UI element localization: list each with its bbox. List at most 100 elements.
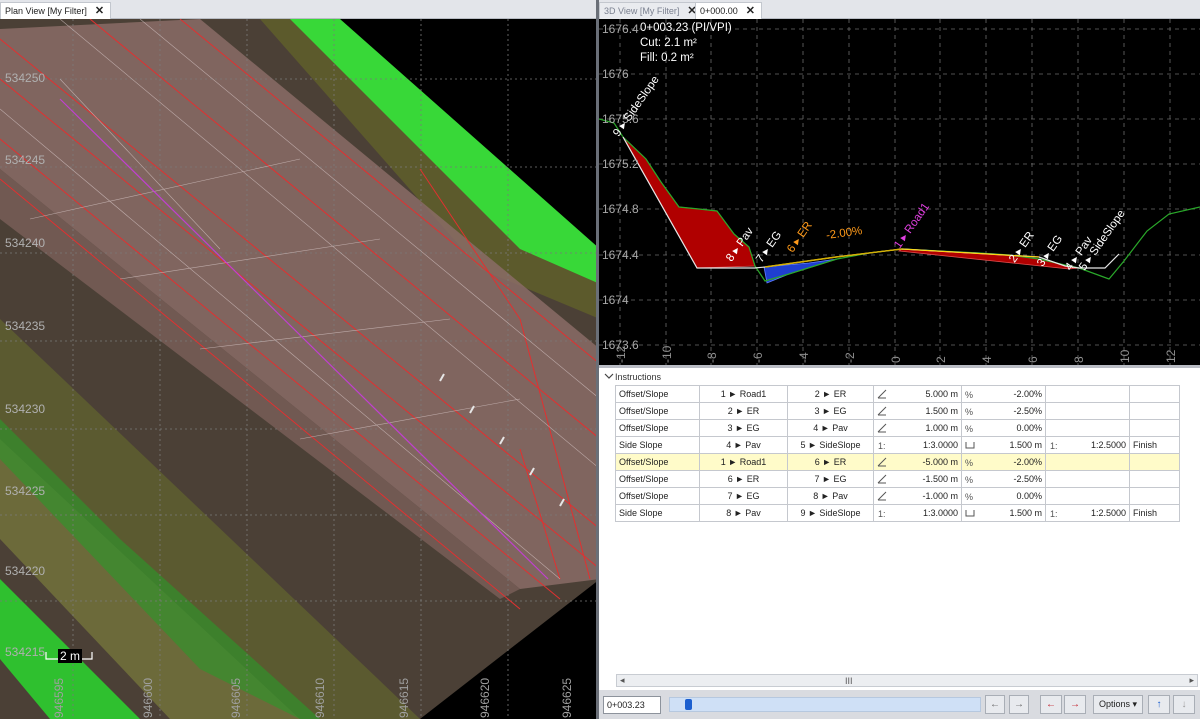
instruction-cell-finish[interactable] — [1129, 487, 1180, 505]
instruction-cell-from[interactable]: 1 ► Road1 — [699, 385, 788, 403]
close-icon[interactable]: ✕ — [746, 5, 755, 17]
instruction-cell-value1[interactable]: -1.000 m — [873, 487, 962, 505]
instruction-cell-to[interactable]: 8 ► Pav — [787, 487, 874, 505]
instruction-cell-value2[interactable]: 1.500 m — [961, 436, 1046, 454]
scrollbar-right-arrow[interactable]: ▸ — [1189, 675, 1194, 686]
previous-station-button[interactable]: ← — [1040, 695, 1062, 714]
instruction-cell-from[interactable]: 2 ► ER — [699, 402, 788, 420]
cell-text: Offset/Slope — [619, 423, 669, 433]
instruction-cell-value2[interactable]: 1.500 m — [961, 504, 1046, 522]
instruction-cell-value1[interactable]: 1: 1:3.0000 — [873, 436, 962, 454]
scrollbar-grip[interactable]: III — [845, 676, 853, 686]
instruction-cell-value3[interactable] — [1045, 419, 1130, 437]
instruction-row[interactable]: Offset/Slope 6 ► ER 7 ► EG -1.500 m% -2.50% — [615, 470, 1180, 488]
instruction-row[interactable]: Offset/Slope 1 ► Road1 2 ► ER 5.000 m% -2.00… — [615, 385, 1180, 403]
instruction-cell-value2[interactable]: % 0.00% — [961, 487, 1046, 505]
collapse-icon[interactable] — [602, 370, 616, 384]
instruction-cell-finish[interactable] — [1129, 385, 1180, 403]
cross-section-view[interactable]: 0+003.23 (PI/VPI) Cut: 2.1 m² Fill: 0.2 … — [599, 19, 1200, 365]
instruction-cell-to[interactable]: 7 ► EG — [787, 470, 874, 488]
instruction-cell-from[interactable]: 6 ► ER — [699, 470, 788, 488]
instruction-cell-from[interactable]: 1 ► Road1 — [699, 453, 788, 471]
tab-3d-view[interactable]: 3D View [My Filter] ✕ — [599, 2, 704, 19]
scrollbar-left-arrow[interactable]: ◂ — [620, 675, 625, 686]
instruction-cell-value2[interactable]: % -2.00% — [961, 453, 1046, 471]
instruction-cell-value3[interactable] — [1045, 487, 1130, 505]
instruction-cell-value3[interactable] — [1045, 385, 1130, 403]
instruction-row[interactable]: Side Slope 4 ► Pav 5 ► SideSlope 1: 1:3.0000… — [615, 436, 1180, 454]
arrow-left-red-icon: ← — [1046, 699, 1056, 710]
station-input[interactable]: 0+003.23 — [603, 696, 661, 714]
instruction-cell-type[interactable]: Offset/Slope — [615, 470, 700, 488]
instruction-cell-from[interactable]: 8 ► Pav — [699, 504, 788, 522]
plan-view-canvas[interactable]: 534250 534245 534240 534235 534230 53422… — [0, 19, 596, 719]
cell-text: Side Slope — [619, 508, 663, 518]
offset-label: -6 — [751, 352, 765, 363]
instruction-cell-value1[interactable]: -5.000 m — [873, 453, 962, 471]
grade-icon: % — [965, 492, 973, 501]
instruction-row[interactable]: Side Slope 8 ► Pav 9 ► SideSlope 1: 1:3.0000… — [615, 504, 1180, 522]
instruction-cell-from[interactable]: 4 ► Pav — [699, 436, 788, 454]
cell-text: 1:3.0000 — [922, 439, 958, 450]
instruction-cell-value3[interactable] — [1045, 470, 1130, 488]
offset-label: -12 — [614, 345, 628, 363]
instruction-cell-to[interactable]: 5 ► SideSlope — [787, 436, 874, 454]
instruction-cell-value3[interactable] — [1045, 402, 1130, 420]
move-up-button[interactable]: ↑ — [1148, 695, 1170, 714]
close-icon[interactable]: ✕ — [95, 5, 104, 17]
instruction-cell-value2[interactable]: % -2.50% — [961, 470, 1046, 488]
instruction-cell-finish[interactable] — [1129, 419, 1180, 437]
next-button[interactable]: → — [1009, 695, 1029, 714]
cut-area: Cut: 2.1 m² — [640, 37, 697, 49]
instruction-cell-value2[interactable]: % -2.50% — [961, 402, 1046, 420]
station-toolbar: 0+003.23 ← → ← → Options ▾ ↑ ↓ — [599, 690, 1200, 719]
instruction-cell-type[interactable]: Offset/Slope — [615, 453, 700, 471]
cell-text: -2.50% — [1013, 473, 1042, 484]
tab-plan-view[interactable]: Plan View [My Filter] ✕ — [0, 2, 112, 19]
station-slider[interactable] — [669, 697, 981, 712]
instruction-cell-value1[interactable]: 1: 1:3.0000 — [873, 504, 962, 522]
instruction-cell-value3[interactable] — [1045, 453, 1130, 471]
instruction-cell-value1[interactable]: -1.500 m — [873, 470, 962, 488]
slope-icon — [877, 423, 887, 433]
instruction-cell-finish[interactable] — [1129, 402, 1180, 420]
instruction-cell-finish[interactable]: Finish — [1129, 504, 1180, 522]
instruction-cell-value1[interactable]: 1.000 m — [873, 419, 962, 437]
instruction-cell-type[interactable]: Offset/Slope — [615, 402, 700, 420]
instruction-cell-to[interactable]: 9 ► SideSlope — [787, 504, 874, 522]
instruction-cell-finish[interactable]: Finish — [1129, 436, 1180, 454]
instruction-cell-from[interactable]: 3 ► EG — [699, 419, 788, 437]
instruction-row[interactable]: Offset/Slope 7 ► EG 8 ► Pav -1.000 m% 0.00% — [615, 487, 1180, 505]
horizontal-scrollbar[interactable]: ◂ III ▸ — [616, 674, 1198, 687]
instruction-cell-finish[interactable] — [1129, 453, 1180, 471]
instruction-row[interactable]: Offset/Slope 3 ► EG 4 ► Pav 1.000 m% 0.00% — [615, 419, 1180, 437]
instruction-cell-value2[interactable]: % -2.00% — [961, 385, 1046, 403]
previous-button[interactable]: ← — [985, 695, 1005, 714]
cell-text: 3 ► EG — [814, 406, 847, 416]
grade-icon: % — [965, 458, 973, 467]
instruction-cell-type[interactable]: Side Slope — [615, 504, 700, 522]
instruction-cell-to[interactable]: 3 ► EG — [787, 402, 874, 420]
instruction-row[interactable]: Offset/Slope 2 ► ER 3 ► EG 1.500 m% -2.50% — [615, 402, 1180, 420]
instruction-cell-value3[interactable]: 1: 1:2.5000 — [1045, 504, 1130, 522]
instruction-cell-type[interactable]: Side Slope — [615, 436, 700, 454]
offset-label: 6 — [1026, 356, 1040, 363]
instruction-cell-value3[interactable]: 1: 1:2.5000 — [1045, 436, 1130, 454]
options-button[interactable]: Options ▾ — [1093, 695, 1143, 714]
instruction-cell-type[interactable]: Offset/Slope — [615, 487, 700, 505]
instruction-cell-type[interactable]: Offset/Slope — [615, 419, 700, 437]
instruction-cell-value1[interactable]: 5.000 m — [873, 385, 962, 403]
instruction-cell-finish[interactable] — [1129, 470, 1180, 488]
instruction-cell-to[interactable]: 4 ► Pav — [787, 419, 874, 437]
instruction-cell-value2[interactable]: % 0.00% — [961, 419, 1046, 437]
instruction-cell-value1[interactable]: 1.500 m — [873, 402, 962, 420]
tab-station[interactable]: 0+000.00 ✕ — [695, 2, 763, 19]
slider-thumb[interactable] — [685, 699, 692, 710]
instruction-cell-from[interactable]: 7 ► EG — [699, 487, 788, 505]
instruction-cell-to[interactable]: 2 ► ER — [787, 385, 874, 403]
move-down-button[interactable]: ↓ — [1173, 695, 1195, 714]
instruction-row[interactable]: Offset/Slope 1 ► Road1 6 ► ER -5.000 m% -2.0… — [615, 453, 1180, 471]
next-station-button[interactable]: → — [1064, 695, 1086, 714]
instruction-cell-type[interactable]: Offset/Slope — [615, 385, 700, 403]
instruction-cell-to[interactable]: 6 ► ER — [787, 453, 874, 471]
